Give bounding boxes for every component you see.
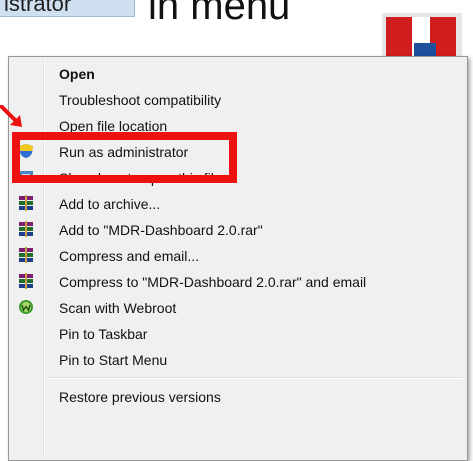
menu-item-label: Scan with Webroot (59, 300, 177, 316)
menu-item-label: Pin to Taskbar (59, 326, 148, 342)
menu-item-compress-to-rar-and-email[interactable]: Compress to "MDR-Dashboard 2.0.rar" and … (11, 268, 463, 294)
menu-item-add-to-rar[interactable]: Add to "MDR-Dashboard 2.0.rar" (11, 216, 463, 242)
menu-item-label: Add to "MDR-Dashboard 2.0.rar" (59, 222, 263, 238)
slide-title-fragment: in menu (148, 0, 291, 28)
context-menu: Open Troubleshoot compatibility Open fil… (8, 56, 468, 461)
menu-item-label: Compress and email... (59, 248, 200, 264)
menu-item-compress-and-email[interactable]: Compress and email... (11, 242, 463, 268)
highlight-box (12, 132, 237, 183)
menu-item-label: Add to archive... (59, 196, 161, 212)
selected-label-text: istrator (4, 0, 72, 16)
selected-label-fragment: istrator (0, 0, 135, 17)
winrar-icon (19, 195, 33, 211)
menu-item-troubleshoot-compatibility[interactable]: Troubleshoot compatibility (11, 86, 463, 112)
menu-item-scan-with-webroot[interactable]: Scan with Webroot (11, 294, 463, 320)
menu-item-open[interactable]: Open (11, 60, 463, 86)
menu-item-label: Open (59, 66, 95, 82)
winrar-icon (19, 247, 33, 263)
menu-item-label: Pin to Start Menu (59, 352, 168, 368)
webroot-icon (19, 300, 33, 314)
menu-item-pin-to-start-menu[interactable]: Pin to Start Menu (11, 346, 463, 372)
menu-item-add-to-archive[interactable]: Add to archive... (11, 190, 463, 216)
winrar-icon (19, 221, 33, 237)
annotation-arrow-icon (0, 105, 22, 127)
menu-item-label: Compress to "MDR-Dashboard 2.0.rar" and … (59, 274, 367, 290)
menu-item-label: Restore previous versions (59, 389, 221, 405)
menu-item-pin-to-taskbar[interactable]: Pin to Taskbar (11, 320, 463, 346)
menu-item-label: Troubleshoot compatibility (59, 92, 222, 108)
menu-separator (45, 377, 463, 379)
menu-item-restore-previous-versions[interactable]: Restore previous versions (11, 383, 463, 409)
winrar-icon (19, 273, 33, 289)
